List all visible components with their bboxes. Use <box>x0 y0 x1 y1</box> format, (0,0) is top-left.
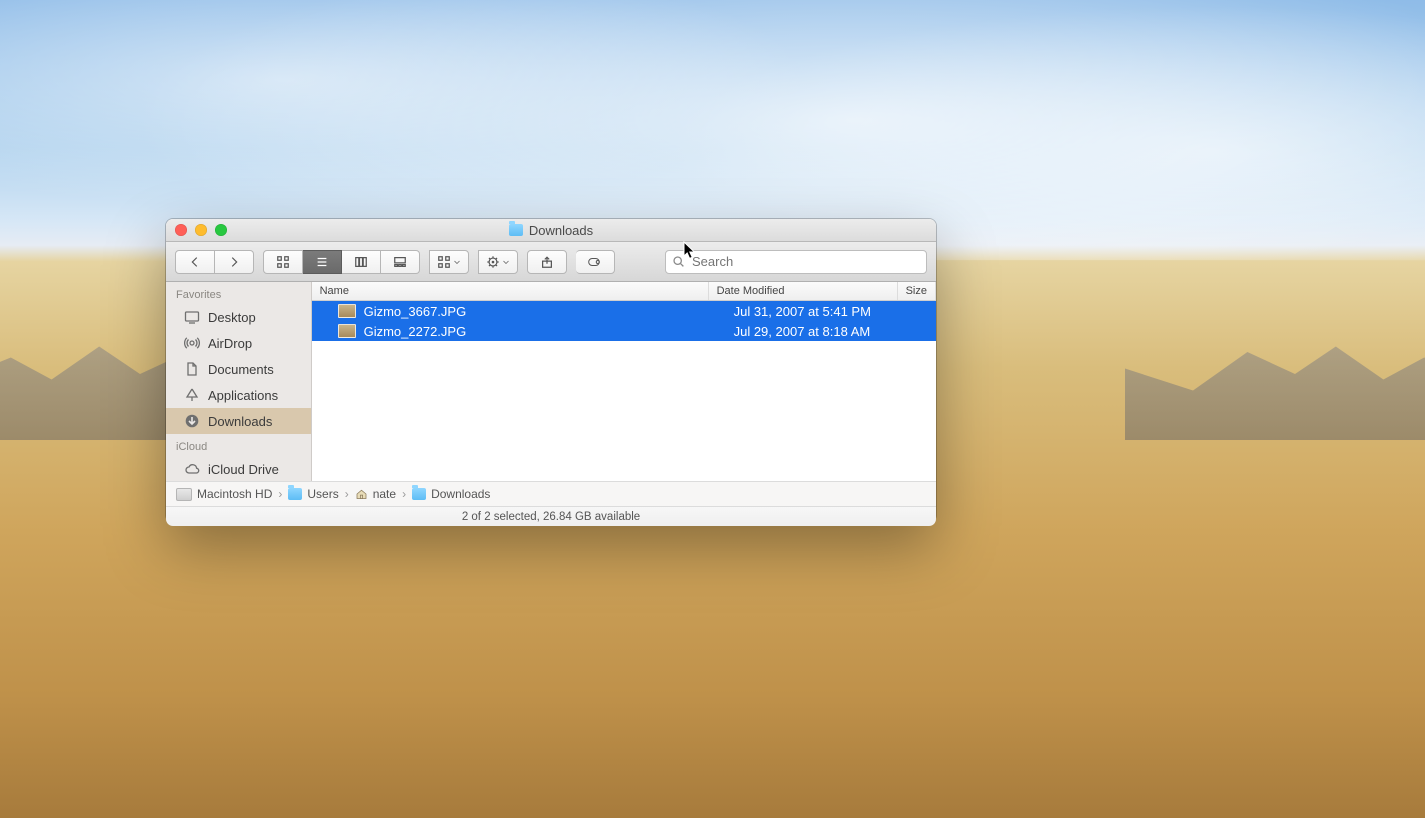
path-segment[interactable]: Downloads <box>412 487 490 501</box>
folder-icon <box>509 224 523 236</box>
finder-window: Downloads <box>166 219 936 522</box>
sidebar-item-airdrop[interactable]: AirDrop <box>166 330 311 356</box>
hd-icon <box>176 488 192 501</box>
image-file-icon <box>338 324 356 338</box>
sidebar-section-icloud: iCloud <box>166 434 311 456</box>
sidebar-item-label: Downloads <box>208 414 272 429</box>
tags-button[interactable] <box>576 250 615 274</box>
toolbar <box>166 242 936 282</box>
close-button[interactable] <box>175 224 187 236</box>
status-bar: 2 of 2 selected, 26.84 GB available <box>166 506 936 526</box>
file-row[interactable]: Gizmo_3667.JPG Jul 31, 2007 at 5:41 PM <box>312 301 936 321</box>
sidebar-item-documents[interactable]: Documents <box>166 356 311 382</box>
sidebar-item-label: AirDrop <box>208 336 252 351</box>
minimize-button[interactable] <box>195 224 207 236</box>
search-input[interactable] <box>690 253 920 270</box>
cloud-icon <box>184 461 200 477</box>
status-text: 2 of 2 selected, 26.84 GB available <box>462 511 640 523</box>
titlebar[interactable]: Downloads <box>166 219 936 242</box>
path-label: Macintosh HD <box>197 487 272 501</box>
file-date: Jul 29, 2007 at 8:18 AM <box>734 324 871 339</box>
path-segment[interactable]: Users <box>288 487 338 501</box>
home-icon <box>355 488 368 500</box>
mouse-cursor <box>683 241 697 261</box>
zoom-button[interactable] <box>215 224 227 236</box>
sidebar-item-label: iCloud Drive <box>208 462 279 477</box>
column-size[interactable]: Size <box>898 282 936 300</box>
action-menu <box>478 250 518 274</box>
sidebar-item-label: Desktop <box>208 310 256 325</box>
file-name: Gizmo_2272.JPG <box>364 324 467 339</box>
chevron-right-icon: › <box>343 487 351 501</box>
path-label: Downloads <box>431 487 490 501</box>
airdrop-icon <box>184 335 200 351</box>
sidebar-item-icloud-drive[interactable]: iCloud Drive <box>166 456 311 481</box>
chevron-right-icon: › <box>400 487 408 501</box>
group-by <box>429 250 469 274</box>
image-file-icon <box>338 304 356 318</box>
icon-view-button[interactable] <box>263 250 303 274</box>
sidebar-item-desktop[interactable]: Desktop <box>166 304 311 330</box>
applications-icon <box>184 387 200 403</box>
folder-icon <box>288 488 302 500</box>
gallery-view-button[interactable] <box>381 250 420 274</box>
path-label: Users <box>307 487 338 501</box>
desktop-icon <box>184 309 200 325</box>
chevron-right-icon: › <box>276 487 284 501</box>
file-rows[interactable]: Gizmo_3667.JPG Jul 31, 2007 at 5:41 PM G… <box>312 301 936 481</box>
column-name[interactable]: Name <box>312 282 709 300</box>
documents-icon <box>184 361 200 377</box>
sidebar-item-applications[interactable]: Applications <box>166 382 311 408</box>
path-segment[interactable]: nate <box>355 487 396 501</box>
back-button[interactable] <box>175 250 215 274</box>
action-button[interactable] <box>478 250 518 274</box>
search-field[interactable] <box>665 250 927 274</box>
window-title-text: Downloads <box>529 223 593 238</box>
file-date: Jul 31, 2007 at 5:41 PM <box>734 304 871 319</box>
desktop-background: Downloads <box>0 0 1425 818</box>
path-bar: Macintosh HD › Users › nate › Downloads <box>166 481 936 506</box>
path-segment[interactable]: Macintosh HD <box>176 487 272 501</box>
mountain-decor <box>1125 330 1425 440</box>
path-label: nate <box>373 487 396 501</box>
sidebar-item-label: Applications <box>208 388 278 403</box>
sidebar-item-label: Documents <box>208 362 274 377</box>
share-button[interactable] <box>527 250 567 274</box>
window-controls <box>175 224 227 236</box>
forward-button[interactable] <box>215 250 254 274</box>
file-list: Name Date Modified Size Gizmo_3667.JPG J… <box>312 282 936 481</box>
sidebar-section-favorites: Favorites <box>166 282 311 304</box>
sidebar: Favorites Desktop AirDrop Documents Appl… <box>166 282 312 481</box>
folder-icon <box>412 488 426 500</box>
column-view-button[interactable] <box>342 250 381 274</box>
group-by-button[interactable] <box>429 250 469 274</box>
file-row[interactable]: Gizmo_2272.JPG Jul 29, 2007 at 8:18 AM <box>312 321 936 341</box>
list-view-button[interactable] <box>303 250 342 274</box>
file-name: Gizmo_3667.JPG <box>364 304 467 319</box>
column-date-modified[interactable]: Date Modified <box>709 282 898 300</box>
sidebar-item-downloads[interactable]: Downloads <box>166 408 311 434</box>
window-title: Downloads <box>509 223 593 238</box>
nav-buttons <box>175 250 254 274</box>
column-headers: Name Date Modified Size <box>312 282 936 301</box>
downloads-icon <box>184 413 200 429</box>
view-buttons <box>263 250 420 274</box>
